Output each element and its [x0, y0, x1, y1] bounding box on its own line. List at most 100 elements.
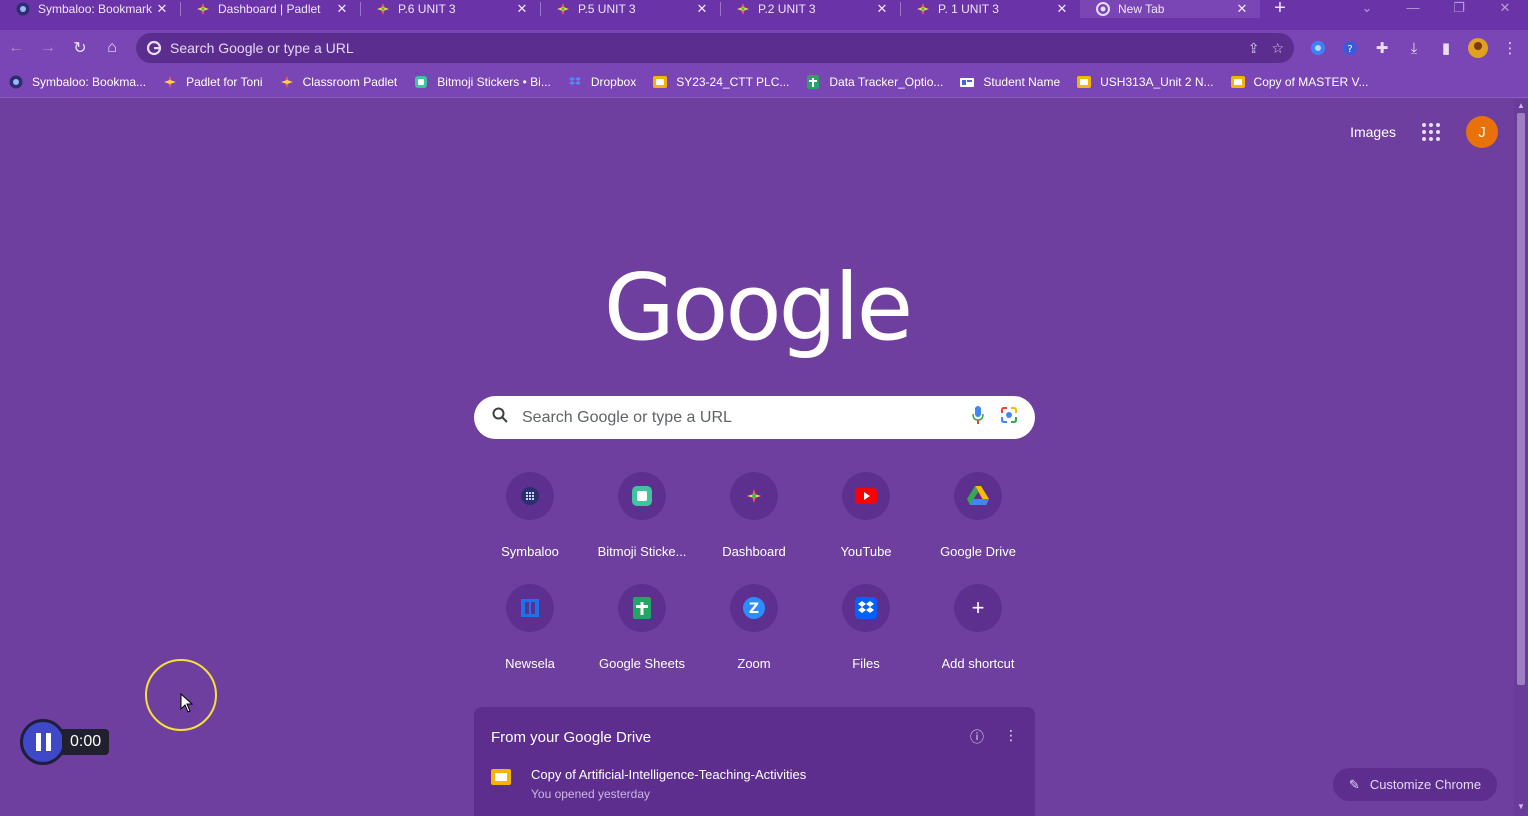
google-g-icon: [146, 40, 162, 56]
address-placeholder: Search Google or type a URL: [170, 40, 354, 56]
tab-new-tab[interactable]: New Tab ✕: [1080, 0, 1260, 18]
shortcut-label: Add shortcut: [941, 656, 1015, 671]
shortcut-label: Bitmoji Sticke...: [597, 544, 687, 559]
account-avatar[interactable]: J: [1466, 116, 1498, 148]
svg-text:?: ?: [1347, 44, 1352, 55]
download-icon[interactable]: ⤓: [1398, 32, 1430, 64]
microphone-icon[interactable]: [971, 405, 985, 430]
puzzle-icon[interactable]: ✚: [1366, 32, 1398, 64]
padlet-icon: [916, 2, 930, 16]
scrollbar-thumb[interactable]: [1517, 113, 1525, 685]
extension-help-icon[interactable]: ?: [1334, 32, 1366, 64]
top-right-links: Images J: [1350, 116, 1498, 148]
new-tab-button[interactable]: +: [1260, 0, 1300, 30]
bookmark-item[interactable]: Dropbox: [567, 74, 636, 90]
shortcut-tile[interactable]: YouTube: [810, 472, 922, 584]
close-window-icon[interactable]: ✕: [1482, 0, 1528, 30]
padlet-icon: [279, 74, 295, 90]
dropbox-icon: [567, 74, 583, 90]
close-icon[interactable]: ✕: [694, 1, 710, 17]
symbaloo-icon: [8, 74, 24, 90]
shortcut-tile[interactable]: Z Zoom: [698, 584, 810, 696]
profile-avatar-icon[interactable]: [1462, 32, 1494, 64]
menu-kebab-icon[interactable]: ⋮: [1494, 32, 1526, 64]
bookmark-item[interactable]: USH313A_Unit 2 N...: [1076, 74, 1214, 90]
info-icon[interactable]: ⓘ: [970, 727, 984, 747]
bookmark-item[interactable]: Classroom Padlet: [279, 74, 398, 90]
bitmoji-icon: [413, 74, 429, 90]
add-shortcut-button[interactable]: + Add shortcut: [922, 584, 1034, 696]
bookmark-item[interactable]: Symbaloo: Bookma...: [8, 74, 146, 90]
slides-icon: [491, 769, 511, 785]
zoom-icon: Z: [730, 584, 778, 632]
shortcut-tile[interactable]: Dashboard: [698, 472, 810, 584]
close-icon[interactable]: ✕: [154, 1, 170, 17]
youtube-icon: [842, 472, 890, 520]
bookmark-label: Symbaloo: Bookma...: [32, 74, 147, 89]
bookmark-star-icon[interactable]: ☆: [1271, 40, 1284, 57]
search-box[interactable]: Search Google or type a URL: [474, 396, 1035, 439]
drive-file-item[interactable]: Copy of Artificial-Intelligence-Teaching…: [491, 767, 1018, 801]
toolbar: ← → ↻ ⌂ Search Google or type a URL ⇪ ☆ …: [0, 30, 1528, 66]
shortcut-tile[interactable]: Files: [810, 584, 922, 696]
padlet-icon: [196, 2, 210, 16]
shortcut-tile[interactable]: Symbaloo: [474, 472, 586, 584]
file-name: Copy of Artificial-Intelligence-Teaching…: [531, 767, 807, 782]
address-bar[interactable]: Search Google or type a URL ⇪ ☆: [136, 33, 1294, 63]
home-icon[interactable]: ⌂: [96, 32, 128, 64]
tab-symbaloo[interactable]: Symbaloo: Bookmark ✕: [0, 0, 180, 18]
tab-title: P.6 UNIT 3: [398, 2, 456, 16]
tab-p1-unit3[interactable]: P. 1 UNIT 3 ✕: [900, 0, 1080, 18]
forward-icon[interactable]: →: [32, 32, 64, 64]
bookmark-label: USH313A_Unit 2 N...: [1100, 74, 1214, 89]
scroll-down-icon[interactable]: ▼: [1517, 802, 1525, 811]
close-icon[interactable]: ✕: [1054, 1, 1070, 17]
tab-dashboard-padlet[interactable]: Dashboard | Padlet ✕: [180, 0, 360, 18]
bookmark-item[interactable]: SY23-24_CTT PLC...: [652, 74, 789, 90]
bookmark-item[interactable]: Bitmoji Stickers • Bi...: [413, 74, 551, 90]
bookmark-label: Student Name: [983, 74, 1061, 89]
bookmark-label: Classroom Padlet: [302, 74, 398, 89]
restore-icon[interactable]: ❐: [1436, 0, 1482, 30]
symbaloo-icon: [506, 472, 554, 520]
shortcut-label: YouTube: [840, 544, 892, 559]
bookmark-item[interactable]: Data Tracker_Optio...: [805, 74, 943, 90]
extension-blue-icon[interactable]: [1302, 32, 1334, 64]
side-panel-icon[interactable]: ▮: [1430, 32, 1462, 64]
google-apps-icon[interactable]: [1422, 123, 1440, 141]
shortcut-label: Google Sheets: [598, 656, 685, 671]
tab-search-icon[interactable]: ⌄: [1344, 0, 1390, 30]
shortcut-tile[interactable]: Bitmoji Sticke...: [586, 472, 698, 584]
reload-icon[interactable]: ↻: [64, 32, 96, 64]
minimize-icon[interactable]: —: [1390, 0, 1436, 30]
scroll-up-icon[interactable]: ▲: [1517, 101, 1525, 110]
customize-chrome-button[interactable]: ✎ Customize Chrome: [1333, 768, 1497, 801]
bookmark-item[interactable]: Padlet for Toni: [162, 74, 263, 90]
close-icon[interactable]: ✕: [874, 1, 890, 17]
plus-icon: +: [954, 584, 1002, 632]
pause-icon[interactable]: [20, 719, 66, 765]
back-icon[interactable]: ←: [0, 32, 32, 64]
tab-title: Symbaloo: Bookmark: [38, 2, 153, 16]
google-lens-icon[interactable]: [999, 405, 1019, 430]
share-icon[interactable]: ⇪: [1248, 40, 1260, 57]
scrollbar[interactable]: ▲ ▼: [1514, 99, 1528, 816]
shortcut-tile[interactable]: Newsela: [474, 584, 586, 696]
tab-p5-unit3[interactable]: P.5 UNIT 3 ✕: [540, 0, 720, 18]
close-icon[interactable]: ✕: [514, 1, 530, 17]
card-menu-icon[interactable]: ⋮: [1004, 727, 1018, 747]
bookmark-item[interactable]: Student Name: [959, 74, 1060, 90]
pencil-icon: ✎: [1348, 776, 1360, 792]
images-link[interactable]: Images: [1350, 124, 1396, 140]
bookmark-label: Bitmoji Stickers • Bi...: [437, 74, 551, 89]
close-icon[interactable]: ✕: [1234, 1, 1250, 17]
tab-p6-unit3[interactable]: P.6 UNIT 3 ✕: [360, 0, 540, 18]
padlet-icon: [376, 2, 390, 16]
tab-p2-unit3[interactable]: P.2 UNIT 3 ✕: [720, 0, 900, 18]
shortcut-tile[interactable]: Google Sheets: [586, 584, 698, 696]
tab-title: P. 1 UNIT 3: [938, 2, 999, 16]
padlet-icon: [556, 2, 570, 16]
shortcut-tile[interactable]: Google Drive: [922, 472, 1034, 584]
close-icon[interactable]: ✕: [334, 1, 350, 17]
bookmark-item[interactable]: Copy of MASTER V...: [1230, 74, 1368, 90]
